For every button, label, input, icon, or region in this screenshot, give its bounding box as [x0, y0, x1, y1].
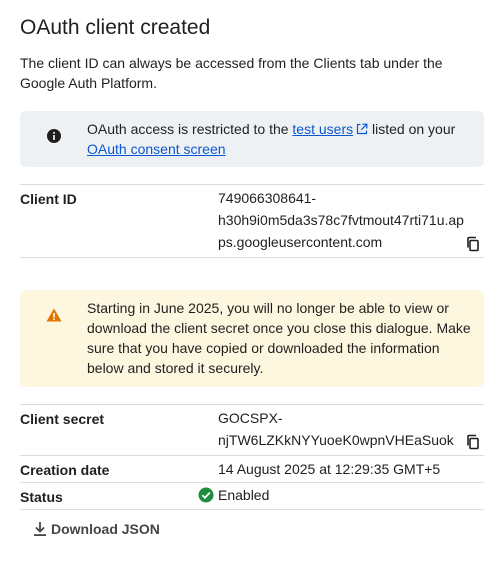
creation-date-row: Creation date 14 August 2025 at 12:29:35…	[20, 455, 484, 482]
client-secret-label: Client secret	[20, 411, 105, 427]
external-link-icon[interactable]	[356, 123, 368, 135]
info-text-before: OAuth access is restricted to the	[87, 121, 293, 137]
creation-date-value: 14 August 2025 at 12:29:35 GMT+5	[218, 461, 441, 477]
client-secret-value: GOCSPX- njTW6LZKkNYYuoeK0wpnVHEaSuok	[218, 407, 454, 451]
client-id-row: Client ID 749066308641- h30h9i0m5da3s78c…	[20, 184, 484, 258]
dialog-intro: The client ID can always be accessed fro…	[20, 55, 443, 91]
test-users-link[interactable]: test users	[292, 121, 353, 137]
warning-icon	[46, 308, 62, 322]
warning-text: Starting in June 2025, you will no longe…	[87, 300, 471, 376]
check-circle-icon	[198, 487, 214, 503]
client-id-value: 749066308641- h30h9i0m5da3s78c7fvtmout47…	[218, 187, 464, 253]
status-value: Enabled	[218, 487, 270, 503]
info-banner: OAuth access is restricted to the test u…	[20, 111, 484, 167]
client-id-value-line2: h30h9i0m5da3s78c7fvtmout47rti71u.ap	[218, 212, 464, 228]
copy-client-id-icon[interactable]	[465, 236, 481, 252]
warning-banner: Starting in June 2025, you will no longe…	[20, 290, 484, 387]
oauth-consent-screen-link[interactable]: OAuth consent screen	[87, 141, 226, 157]
info-banner-text: OAuth access is restricted to the test u…	[87, 119, 467, 159]
client-id-label: Client ID	[20, 191, 77, 207]
download-icon	[34, 522, 46, 536]
info-text-middle: listed on your	[368, 121, 456, 137]
dialog-title: OAuth client created	[20, 16, 211, 39]
client-id-divider	[20, 257, 484, 258]
client-secret-value-line2: njTW6LZKkNYYuoeK0wpnVHEaSuok	[218, 432, 454, 448]
client-id-value-line1: 749066308641-	[218, 190, 317, 206]
status-label: Status	[20, 489, 63, 505]
download-json-label: Download JSON	[51, 521, 160, 537]
download-json-button[interactable]: Download JSON	[33, 519, 160, 539]
copy-client-secret-icon[interactable]	[465, 434, 481, 450]
client-secret-value-line1: GOCSPX-	[218, 410, 283, 426]
client-secret-row: Client secret GOCSPX- njTW6LZKkNYYuoeK0w…	[20, 404, 484, 456]
client-id-value-line3: ps.googleusercontent.com	[218, 234, 383, 250]
status-divider	[20, 509, 484, 510]
info-icon	[47, 129, 61, 143]
creation-date-label: Creation date	[20, 462, 110, 478]
